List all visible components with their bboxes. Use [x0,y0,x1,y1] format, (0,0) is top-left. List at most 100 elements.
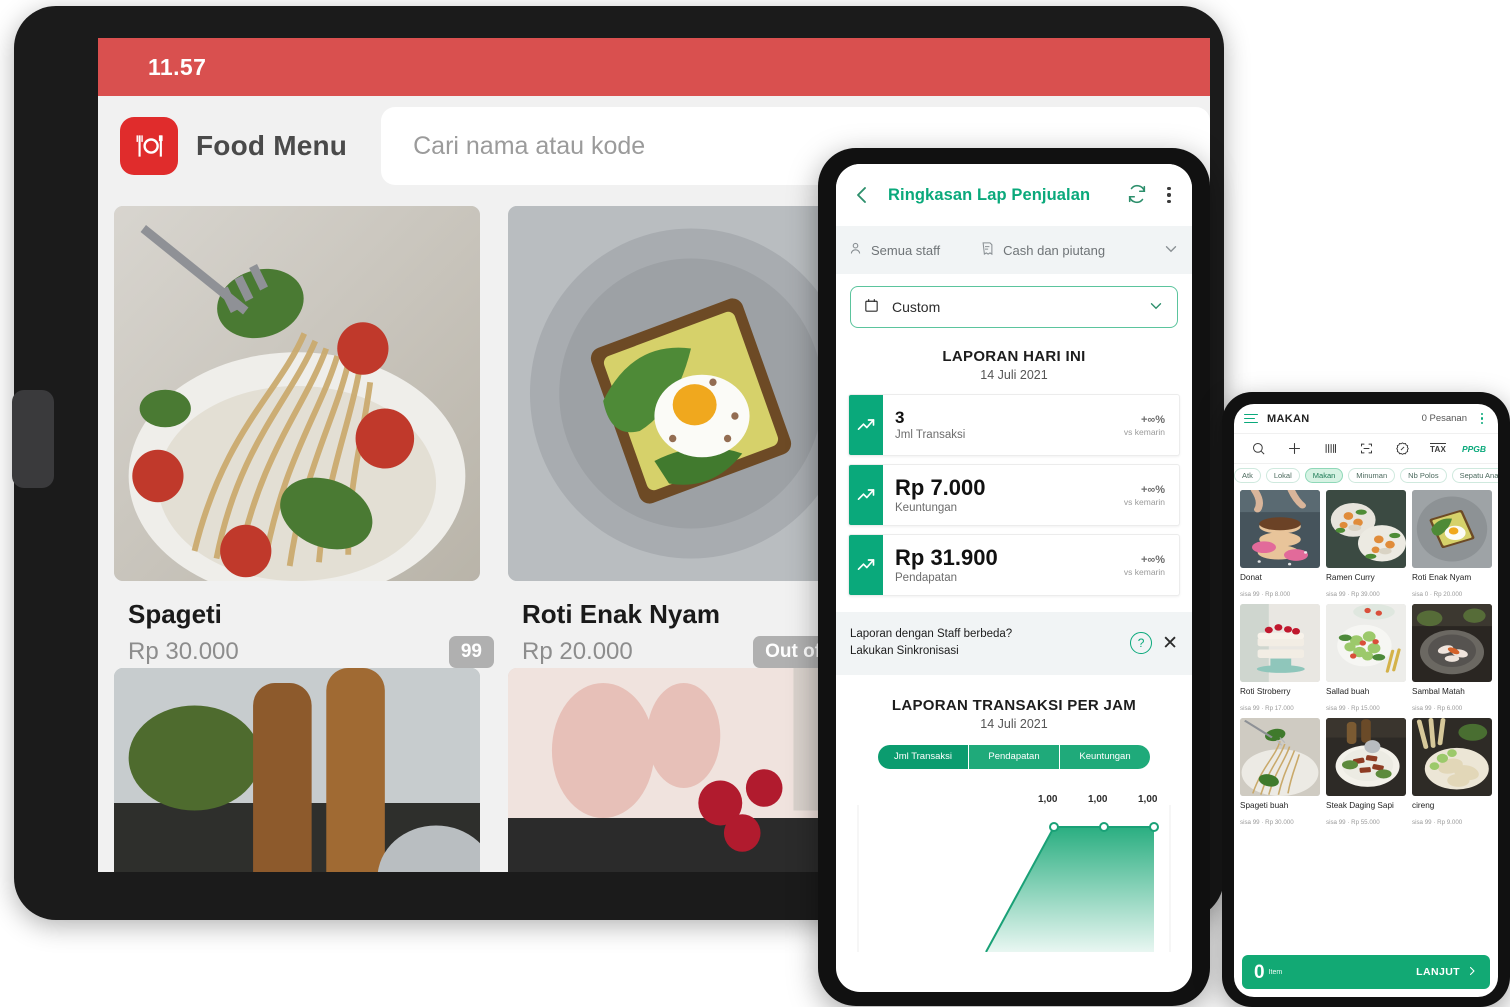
spaghetti-photo [114,206,480,581]
pos-product-card[interactable]: Sambal Matah sisa 99 · Rp 6.000 [1412,603,1492,712]
hourly-transaction-chart[interactable]: 1,00 1,00 1,00 [836,787,1192,952]
plate-cutlery-icon [120,117,178,175]
plus-icon[interactable] [1281,438,1307,460]
category-chip-bar[interactable]: Atk Lokal Makan Minuman Nb Polos Sepatu … [1234,464,1498,486]
cireng-photo [1412,717,1492,796]
product-price: Rp 20.000 [522,638,633,665]
pos-product-grid: Donat sisa 99 · Rp 8.000 Ramen Curry sis… [1234,486,1498,826]
product-stock: sisa 99 [1240,818,1260,826]
today-report-header: LAPORAN HARI INI 14 Juli 2021 [836,348,1192,382]
close-icon[interactable]: ✕ [1162,634,1178,653]
chevron-left-icon[interactable] [850,183,874,207]
report-phone-device: Ringkasan Lap Penjualan Semua staff Cash… [818,148,1210,1006]
stat-card[interactable]: Rp 31.900 Pendapatan +∞% vs kemarin [848,534,1180,596]
product-name: Ramen Curry [1326,573,1375,582]
barcode-icon[interactable] [1317,438,1343,460]
category-chip[interactable]: Minuman [1348,467,1396,483]
tablet-side-button[interactable] [12,390,54,488]
pos-phone-screen: MAKAN 0 Pesanan TAX PPGB Atk Lokal Makan… [1234,404,1498,997]
kebab-menu-icon[interactable] [1160,186,1178,204]
tab-pendapatan[interactable]: Pendapatan [969,744,1060,769]
product-card[interactable]: Spageti Rp 30.000 99 [114,206,500,668]
stat-card[interactable]: Rp 7.000 Keuntungan +∞% vs kemarin [848,464,1180,526]
product-stock: sisa 99 [1412,704,1432,712]
refresh-icon[interactable] [1126,183,1150,207]
category-chip[interactable]: Lokal [1265,467,1300,483]
tab-keuntungan[interactable]: Keuntungan [1060,744,1150,769]
product-stock: sisa 0 [1412,590,1429,598]
product-name: Spageti [128,599,222,629]
stat-delta: +∞% vs kemarin [1124,554,1169,577]
stat-value: Rp 7.000 [895,474,986,500]
hourly-report-date: 14 Juli 2021 [980,716,1048,731]
pos-app-bar: MAKAN 0 Pesanan [1234,404,1498,434]
report-filter-bar[interactable]: Semua staff Cash dan piutang [836,226,1192,274]
product-meta: sisa 99 · Rp 6.000 [1412,704,1463,712]
pos-product-card[interactable]: Roti Stroberry sisa 99 · Rp 17.000 [1240,603,1320,712]
scan-frame-icon[interactable] [1353,438,1379,460]
stat-label: Keuntungan [895,502,958,515]
chevron-right-icon [1466,965,1478,980]
chart-point-label: 1,00 [1038,793,1058,805]
product-meta: sisa 99 · Rp 39.000 [1326,590,1380,598]
tax-icon[interactable]: TAX [1425,438,1451,460]
order-count: 0 Pesanan [1421,413,1467,424]
status-bar-time: 11.57 [148,53,207,80]
hamburger-icon[interactable] [1244,413,1258,424]
pos-product-card[interactable]: Spageti buah sisa 99 · Rp 30.000 [1240,717,1320,826]
category-chip[interactable]: Sepatu Anak Import [1451,467,1498,483]
stat-card-body: Rp 31.900 Pendapatan +∞% vs kemarin [883,535,1179,595]
stat-card[interactable]: 3 Jml Transaksi +∞% vs kemarin [848,394,1180,456]
search-icon[interactable] [1245,438,1271,460]
screenshot-stage: 11.57 Food Menu Cari nama atau kode Spag… [0,0,1510,1007]
date-range-selector[interactable]: Custom [850,286,1178,328]
product-name: Roti Enak Nyam [1412,573,1472,582]
product-name: Sambal Matah [1412,686,1465,696]
stat-delta: +∞% vs kemarin [1124,414,1169,437]
stat-percent: +∞% [1140,553,1165,566]
stat-card-body: Rp 7.000 Keuntungan +∞% vs kemarin [883,465,1179,525]
stat-label: Jml Transaksi [895,429,966,442]
product-price: Rp 8.000 [1265,590,1291,598]
product-price: Rp 15.000 [1351,704,1380,712]
chevron-down-icon[interactable] [1162,240,1180,261]
trend-up-icon [849,465,883,525]
pos-phone-device: MAKAN 0 Pesanan TAX PPGB Atk Lokal Makan… [1222,392,1510,1007]
pos-product-card[interactable]: Ramen Curry sisa 99 · Rp 39.000 [1326,490,1406,598]
pos-toolbar: TAX PPGB [1234,434,1498,464]
pos-product-card[interactable]: cireng sisa 99 · Rp 9.000 [1412,717,1492,826]
product-meta: sisa 99 · Rp 55.000 [1326,818,1380,826]
steak-photo [1326,717,1406,796]
pos-product-card[interactable]: Steak Daging Sapi sisa 99 · Rp 55.000 [1326,717,1406,826]
cart-bottom-bar[interactable]: 0 Item LANJUT [1242,955,1490,989]
product-meta: sisa 0 · Rp 20.000 [1412,590,1463,598]
sync-notice-text: Laporan dengan Staff berbeda? Lakukan Si… [850,626,1120,661]
today-report-title: LAPORAN HARI INI [942,348,1086,365]
product-card[interactable] [114,668,500,872]
date-range-label: Custom [892,299,941,315]
pos-product-card[interactable]: Donat sisa 99 · Rp 8.000 [1240,490,1320,598]
tab-jml-transaksi[interactable]: Jml Transaksi [878,744,969,769]
product-price: Rp 9.000 [1437,818,1463,826]
sync-notice-banner: Laporan dengan Staff berbeda? Lakukan Si… [836,612,1192,675]
product-meta: sisa 99 · Rp 8.000 [1240,590,1291,598]
category-chip[interactable]: Nb Polos [1400,467,1447,483]
tax-label: TAX [1429,443,1446,454]
product-price: Rp 30.000 [1265,818,1294,826]
pepper-grinder-photo [114,668,480,872]
chevron-down-icon[interactable] [1147,297,1165,318]
category-chip-active[interactable]: Makan [1304,467,1344,483]
discount-icon[interactable] [1389,438,1415,460]
ppn-icon[interactable]: PPGB [1461,438,1487,460]
pos-product-card[interactable]: Sallad buah sisa 99 · Rp 15.000 [1326,603,1406,712]
cart-item-unit: Item [1268,968,1283,976]
product-name: Roti Stroberry [1240,686,1291,696]
continue-button[interactable]: LANJUT [1416,965,1478,980]
product-price: Rp 55.000 [1351,818,1380,826]
sync-notice-line1: Laporan dengan Staff berbeda? [850,628,1013,640]
pos-product-card[interactable]: Roti Enak Nyam sisa 0 · Rp 20.000 [1412,490,1492,598]
category-chip[interactable]: Atk [1234,467,1261,483]
product-meta: sisa 99 · Rp 30.000 [1240,818,1294,826]
kebab-menu-icon[interactable] [1476,413,1488,424]
question-mark-icon[interactable]: ? [1130,632,1153,655]
